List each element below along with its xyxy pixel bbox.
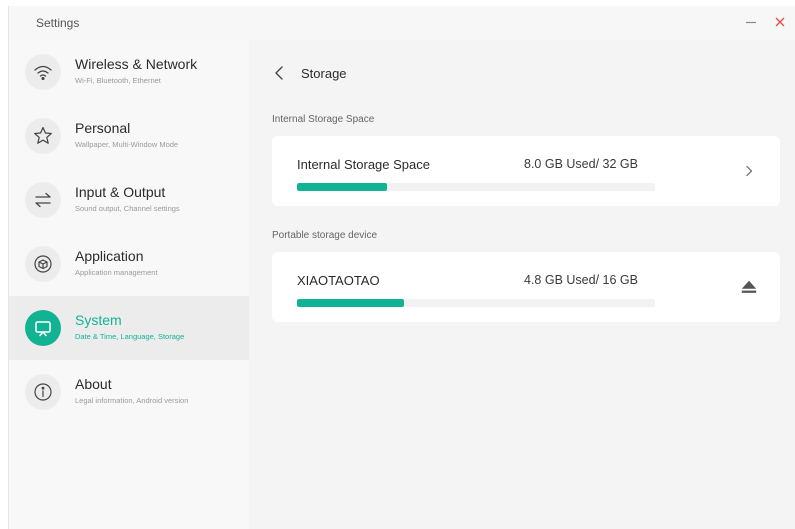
sidebar-item-subtitle: Legal information, Android version bbox=[75, 396, 189, 405]
sidebar-item-label: Personal bbox=[75, 120, 131, 136]
swap-arrows-icon bbox=[25, 182, 61, 218]
sidebar: Wireless & Network Wi-Fi, Bluetooth, Eth… bbox=[9, 40, 249, 529]
sidebar-item-label: Application bbox=[75, 248, 144, 264]
sidebar-item-subtitle: Sound output, Channel settings bbox=[75, 204, 180, 213]
cube-icon bbox=[25, 246, 61, 282]
sidebar-item-subtitle: Wi-Fi, Bluetooth, Ethernet bbox=[75, 76, 161, 85]
sidebar-item-label: System bbox=[75, 312, 122, 328]
close-icon bbox=[775, 17, 785, 27]
back-button[interactable] bbox=[271, 64, 287, 82]
section-label-internal: Internal Storage Space bbox=[272, 114, 375, 125]
sidebar-item-subtitle: Application management bbox=[75, 268, 158, 277]
sidebar-item-about[interactable]: About Legal information, Android version bbox=[9, 360, 249, 424]
window-title: Settings bbox=[36, 16, 80, 30]
info-icon bbox=[25, 374, 61, 410]
star-icon bbox=[25, 118, 61, 154]
minimize-button[interactable] bbox=[744, 15, 758, 29]
close-button[interactable] bbox=[773, 15, 787, 29]
storage-name: Internal Storage Space bbox=[297, 157, 430, 172]
section-label-portable: Portable storage device bbox=[272, 230, 378, 241]
storage-name: XIAOTAOTAO bbox=[297, 273, 380, 288]
chevron-right-icon bbox=[746, 165, 753, 177]
sidebar-item-subtitle: Wallpaper, Multi-Window Mode bbox=[75, 140, 179, 149]
sidebar-item-application[interactable]: Application Application management bbox=[9, 232, 249, 296]
title-bar: Settings bbox=[9, 6, 795, 40]
settings-window: Settings Wireless & Network Wi-Fi, Bluet… bbox=[8, 6, 795, 529]
portable-storage-card[interactable]: XIAOTAOTAO 4.8 GB Used/ 16 GB bbox=[272, 252, 780, 322]
sidebar-item-label: Input & Output bbox=[75, 184, 166, 200]
storage-usage: 4.8 GB Used/ 16 GB bbox=[524, 273, 638, 287]
open-storage-button[interactable] bbox=[740, 161, 758, 181]
screen-edge-top bbox=[0, 0, 795, 4]
storage-progress-bar bbox=[297, 183, 655, 191]
sidebar-item-system[interactable]: System Date & Time, Language, Storage bbox=[9, 296, 249, 360]
minimize-icon bbox=[746, 21, 756, 24]
storage-usage: 8.0 GB Used/ 32 GB bbox=[524, 157, 638, 171]
monitor-icon bbox=[25, 310, 61, 346]
storage-progress-bar bbox=[297, 299, 655, 307]
eject-icon bbox=[741, 280, 757, 293]
screen-edge-left bbox=[0, 0, 4, 529]
sidebar-item-label: About bbox=[75, 376, 112, 392]
page-title: Storage bbox=[301, 66, 347, 81]
main-content: Storage Internal Storage Space Internal … bbox=[249, 40, 795, 529]
eject-button[interactable] bbox=[740, 277, 758, 297]
sidebar-item-wireless-network[interactable]: Wireless & Network Wi-Fi, Bluetooth, Eth… bbox=[9, 40, 249, 104]
chevron-left-icon bbox=[275, 66, 283, 80]
sidebar-item-label: Wireless & Network bbox=[75, 56, 198, 72]
storage-progress-fill bbox=[297, 299, 405, 307]
sidebar-item-personal[interactable]: Personal Wallpaper, Multi-Window Mode bbox=[9, 104, 249, 168]
storage-progress-fill bbox=[297, 183, 387, 191]
wifi-icon bbox=[25, 54, 61, 90]
sidebar-item-subtitle: Date & Time, Language, Storage bbox=[75, 332, 185, 341]
sidebar-item-input-output[interactable]: Input & Output Sound output, Channel set… bbox=[9, 168, 249, 232]
internal-storage-card[interactable]: Internal Storage Space 8.0 GB Used/ 32 G… bbox=[272, 136, 780, 206]
